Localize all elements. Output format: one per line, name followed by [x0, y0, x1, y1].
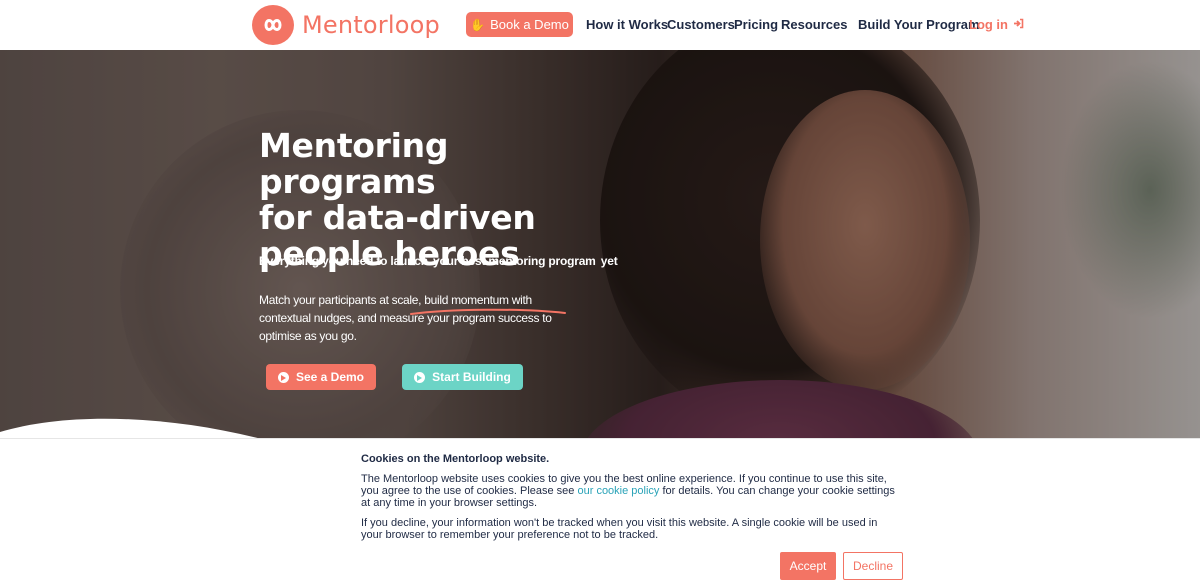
- top-navbar: Mentorloop ✋ Book a Demo How it Works Cu…: [0, 0, 1200, 50]
- cookie-banner-decline-info: If you decline, your information won't b…: [361, 517, 878, 541]
- nav-customers[interactable]: Customers: [667, 17, 735, 32]
- decline-cookies-button[interactable]: Decline: [843, 552, 903, 580]
- book-demo-button[interactable]: ✋ Book a Demo: [466, 12, 573, 37]
- see-demo-button[interactable]: See a Demo: [266, 364, 376, 390]
- cookie-policy-link[interactable]: our cookie policy: [577, 485, 659, 497]
- start-building-button[interactable]: Start Building: [402, 364, 523, 390]
- nav-pricing[interactable]: Pricing: [734, 17, 778, 32]
- arrow-circle-icon: [277, 371, 289, 383]
- hero-bottom-curve: [0, 418, 266, 440]
- logo[interactable]: Mentorloop: [252, 5, 440, 45]
- see-demo-label: See a Demo: [295, 370, 365, 384]
- login-label: Log in: [969, 17, 1008, 32]
- login-link[interactable]: Log in: [969, 17, 1024, 32]
- cookie-banner-text: The Mentorloop website uses cookies to g…: [361, 473, 895, 509]
- cookie-banner-title: Cookies on the Mentorloop website.: [361, 453, 550, 465]
- hero-subtitle: Everything you need to launch your best …: [259, 254, 618, 268]
- start-building-label: Start Building: [432, 370, 511, 384]
- nav-resources[interactable]: Resources: [781, 17, 847, 32]
- hero-description: Match your participants at scale, build …: [259, 293, 552, 343]
- hero-section: Mentoring programs for data-driven peopl…: [0, 50, 1200, 440]
- cookie-banner: Cookies on the Mentorloop website. The M…: [0, 438, 1200, 588]
- sign-in-icon: [1013, 17, 1024, 32]
- hero-subtitle-highlight: your best mentoring program: [433, 254, 596, 268]
- infinity-loop-icon: [252, 5, 294, 45]
- arrow-circle-icon: [414, 371, 426, 383]
- hero-title: Mentoring programs for data-driven peopl…: [259, 126, 536, 273]
- hand-wave-icon: ✋: [470, 17, 486, 32]
- accept-cookies-button[interactable]: Accept: [780, 552, 836, 580]
- logo-text: Mentorloop: [302, 11, 440, 39]
- nav-build-your-program[interactable]: Build Your Program: [858, 17, 980, 32]
- book-demo-label: Book a Demo: [490, 17, 569, 32]
- nav-how-it-works[interactable]: How it Works: [586, 17, 668, 32]
